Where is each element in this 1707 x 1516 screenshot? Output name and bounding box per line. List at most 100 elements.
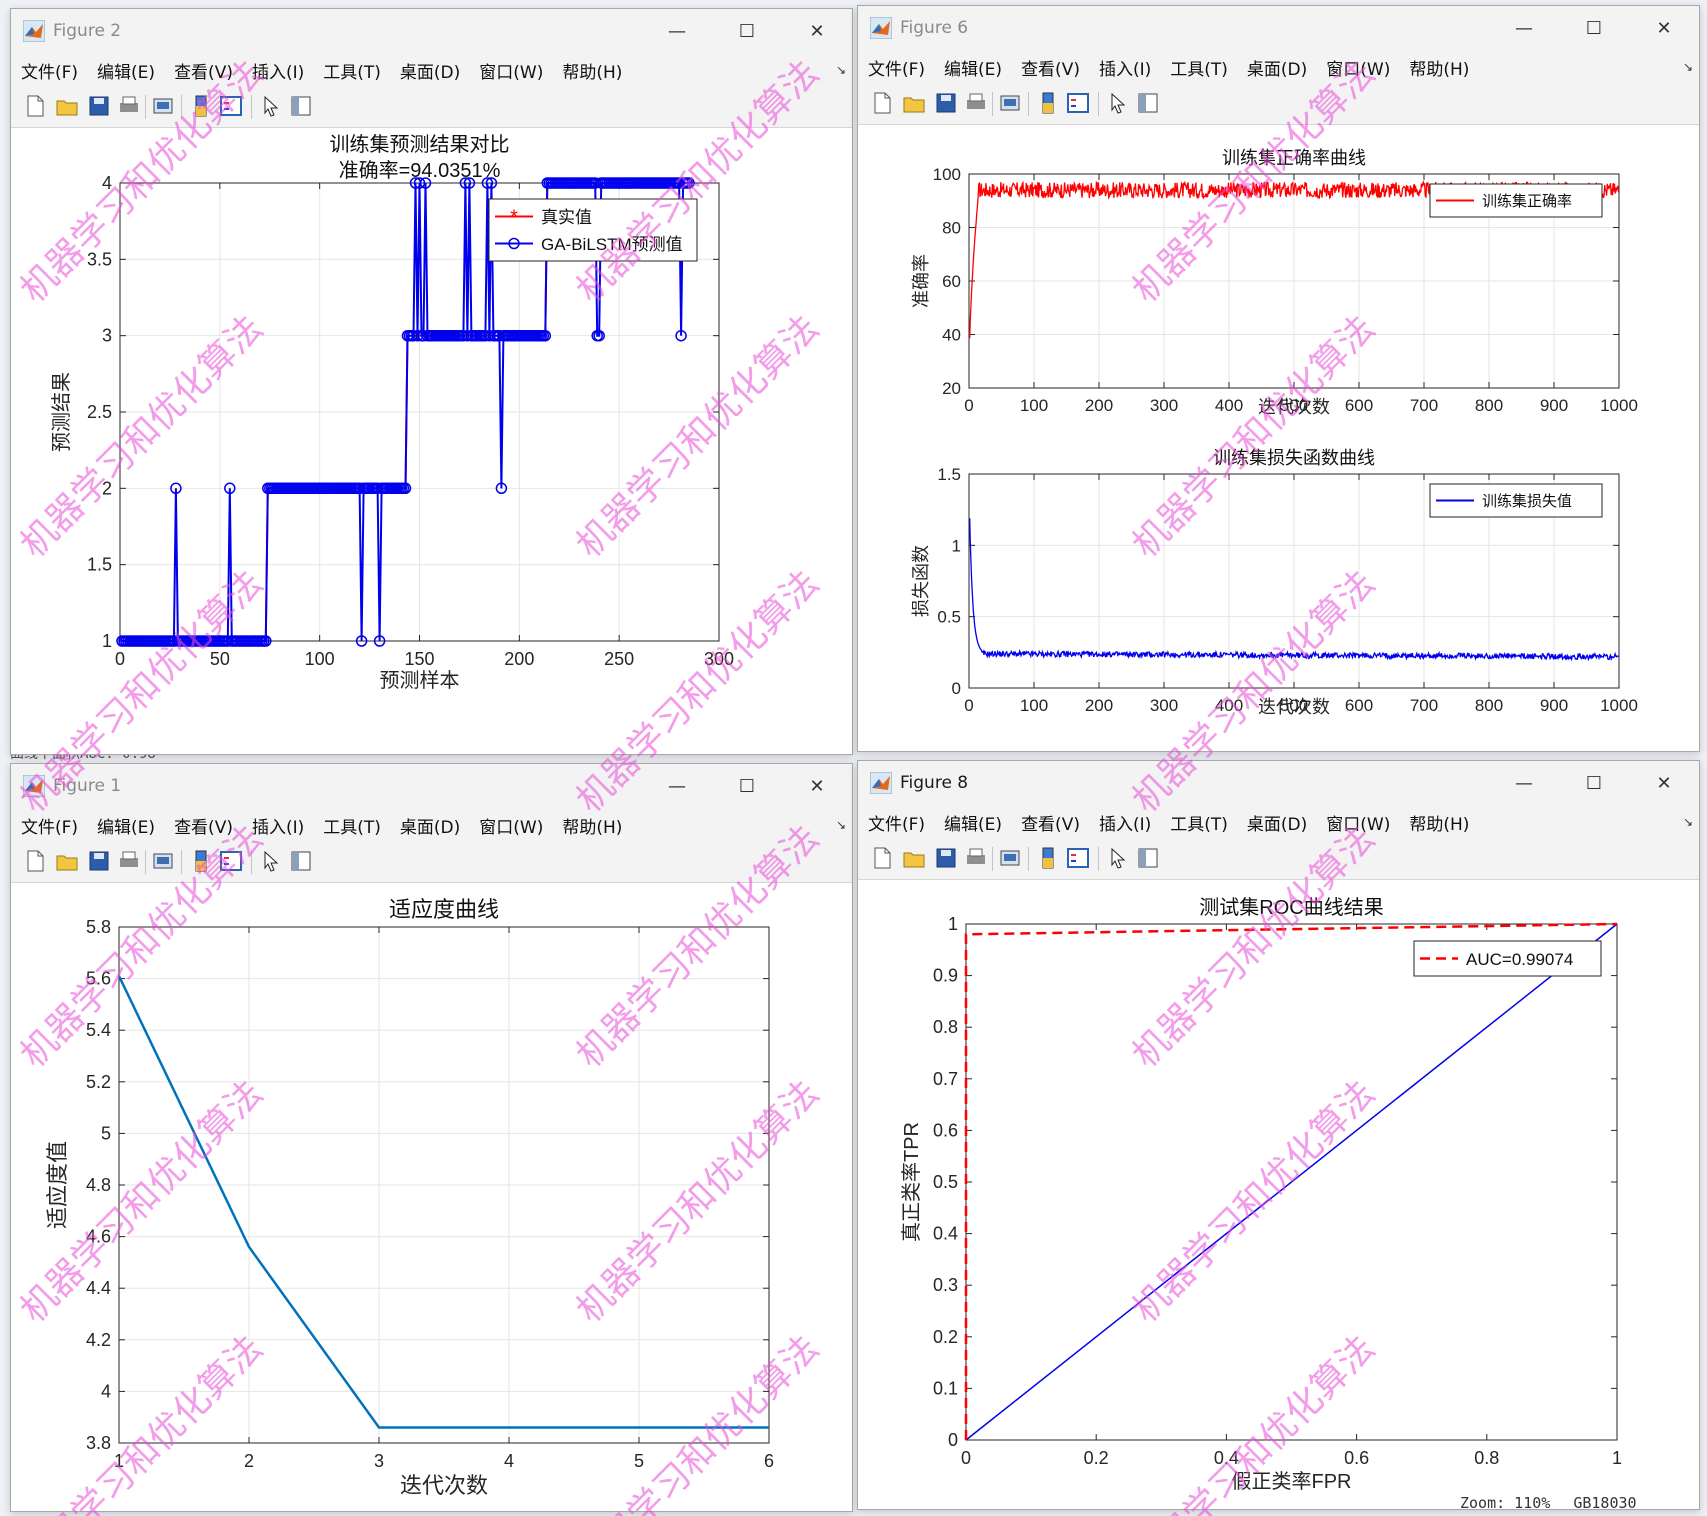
menu-item-0[interactable]: 文件(F) (21, 813, 78, 838)
menu-item-4[interactable]: 工具(T) (323, 813, 381, 838)
figure-6-menubar: 文件(F) 编辑(E) 查看(V) 插入(I) 工具(T) 桌面(D) 窗口(W) 帮助(H)… (858, 50, 1699, 84)
property-editor-icon[interactable] (1136, 846, 1160, 870)
pointer-icon[interactable] (1106, 91, 1130, 115)
close-button[interactable]: ✕ (782, 764, 852, 808)
menu-item-2[interactable]: 查看(V) (1021, 810, 1080, 835)
pointer-icon[interactable] (259, 94, 283, 118)
open-file-icon[interactable] (902, 91, 926, 115)
figure-8-window[interactable]: Figure 8 — ☐ ✕ 文件(F) 编辑(E) 查看(V) 插入(I) 工具(T)… (857, 760, 1700, 1510)
new-figure-icon[interactable] (870, 846, 894, 870)
menu-item-0[interactable]: 文件(F) (868, 55, 925, 80)
menu-item-5[interactable]: 桌面(D) (1247, 810, 1307, 835)
print-preview-icon[interactable] (151, 849, 175, 873)
menu-item-0[interactable]: 文件(F) (21, 58, 78, 83)
menu-item-4[interactable]: 工具(T) (323, 58, 381, 83)
property-editor-icon[interactable] (289, 849, 313, 873)
menu-item-5[interactable]: 桌面(D) (400, 58, 460, 83)
figure-6-titlebar[interactable]: Figure 6 — ☐ ✕ (858, 6, 1699, 50)
colorbar-icon[interactable] (1036, 91, 1060, 115)
minimize-button[interactable]: — (642, 764, 712, 808)
menu-item-3[interactable]: 插入(I) (1099, 810, 1151, 835)
open-file-icon[interactable] (55, 849, 79, 873)
menu-item-4[interactable]: 工具(T) (1170, 55, 1228, 80)
figure-6-window[interactable]: Figure 6 — ☐ ✕ 文件(F) 编辑(E) 查看(V) 插入(I) 工具(T)… (857, 5, 1700, 752)
save-icon[interactable] (934, 846, 958, 870)
toolbar-expand-icon[interactable]: ↘ (1683, 815, 1693, 829)
figure-2-window[interactable]: Figure 2 — ☐ ✕ 文件(F) 编辑(E) 查看(V) 插入(I) 工具(T)… (10, 8, 853, 755)
menu-item-1[interactable]: 编辑(E) (97, 813, 155, 838)
toolbar-expand-icon[interactable]: ↘ (836, 818, 846, 832)
menu-item-3[interactable]: 插入(I) (252, 58, 304, 83)
toolbar-separator (145, 95, 146, 119)
maximize-button[interactable]: ☐ (1559, 761, 1629, 805)
close-button[interactable]: ✕ (1629, 761, 1699, 805)
open-file-icon[interactable] (902, 846, 926, 870)
legend-icon[interactable] (1066, 91, 1090, 115)
menu-item-5[interactable]: 桌面(D) (400, 813, 460, 838)
maximize-button[interactable]: ☐ (712, 764, 782, 808)
new-figure-icon[interactable] (23, 94, 47, 118)
y-tick-label: 40 (942, 326, 961, 345)
print-icon[interactable] (117, 94, 141, 118)
print-preview-icon[interactable] (151, 94, 175, 118)
chart-title: 训练集损失函数曲线 (1213, 448, 1375, 468)
menu-item-6[interactable]: 窗口(W) (479, 813, 543, 838)
legend-icon[interactable] (219, 849, 243, 873)
menu-item-6[interactable]: 窗口(W) (479, 58, 543, 83)
menu-item-1[interactable]: 编辑(E) (944, 55, 1002, 80)
minimize-button[interactable]: — (1489, 761, 1559, 805)
menu-item-3[interactable]: 插入(I) (252, 813, 304, 838)
x-axis-label: 假正类率FPR (1232, 1470, 1352, 1493)
save-icon[interactable] (87, 94, 111, 118)
menu-item-5[interactable]: 桌面(D) (1247, 55, 1307, 80)
pointer-icon[interactable] (259, 849, 283, 873)
menu-item-0[interactable]: 文件(F) (868, 810, 925, 835)
menu-item-7[interactable]: 帮助(H) (562, 58, 622, 83)
colorbar-icon[interactable] (189, 849, 213, 873)
toolbar-expand-icon[interactable]: ↘ (1683, 60, 1693, 74)
menu-item-6[interactable]: 窗口(W) (1326, 55, 1390, 80)
menu-item-3[interactable]: 插入(I) (1099, 55, 1151, 80)
menu-item-6[interactable]: 窗口(W) (1326, 810, 1390, 835)
menu-item-2[interactable]: 查看(V) (1021, 55, 1080, 80)
new-figure-icon[interactable] (870, 91, 894, 115)
new-figure-icon[interactable] (23, 849, 47, 873)
open-file-icon[interactable] (55, 94, 79, 118)
property-editor-icon[interactable] (1136, 91, 1160, 115)
menu-item-1[interactable]: 编辑(E) (944, 810, 1002, 835)
maximize-button[interactable]: ☐ (1559, 6, 1629, 50)
toolbar-expand-icon[interactable]: ↘ (836, 63, 846, 77)
menu-item-1[interactable]: 编辑(E) (97, 58, 155, 83)
legend-icon[interactable] (219, 94, 243, 118)
x-tick-label: 1 (114, 1451, 124, 1471)
y-axis-label: 损失函数 (911, 545, 931, 617)
menu-item-2[interactable]: 查看(V) (174, 58, 233, 83)
save-icon[interactable] (87, 849, 111, 873)
print-icon[interactable] (117, 849, 141, 873)
figure-1-titlebar[interactable]: Figure 1 — ☐ ✕ (11, 764, 852, 808)
menu-item-7[interactable]: 帮助(H) (1409, 810, 1469, 835)
figure-1-window[interactable]: Figure 1 — ☐ ✕ 文件(F) 编辑(E) 查看(V) 插入(I) 工具(T)… (10, 763, 853, 1512)
figure-2-titlebar[interactable]: Figure 2 — ☐ ✕ (11, 9, 852, 53)
menu-item-7[interactable]: 帮助(H) (1409, 55, 1469, 80)
save-icon[interactable] (934, 91, 958, 115)
print-preview-icon[interactable] (998, 91, 1022, 115)
maximize-button[interactable]: ☐ (712, 9, 782, 53)
legend-icon[interactable] (1066, 846, 1090, 870)
minimize-button[interactable]: — (1489, 6, 1559, 50)
menu-item-4[interactable]: 工具(T) (1170, 810, 1228, 835)
menu-item-2[interactable]: 查看(V) (174, 813, 233, 838)
figure-8-titlebar[interactable]: Figure 8 — ☐ ✕ (858, 761, 1699, 805)
minimize-button[interactable]: — (642, 9, 712, 53)
close-button[interactable]: ✕ (1629, 6, 1699, 50)
print-icon[interactable] (964, 846, 988, 870)
close-button[interactable]: ✕ (782, 9, 852, 53)
colorbar-icon[interactable] (189, 94, 213, 118)
print-preview-icon[interactable] (998, 846, 1022, 870)
matlab-logo-icon (870, 772, 892, 794)
menu-item-7[interactable]: 帮助(H) (562, 813, 622, 838)
colorbar-icon[interactable] (1036, 846, 1060, 870)
property-editor-icon[interactable] (289, 94, 313, 118)
pointer-icon[interactable] (1106, 846, 1130, 870)
print-icon[interactable] (964, 91, 988, 115)
